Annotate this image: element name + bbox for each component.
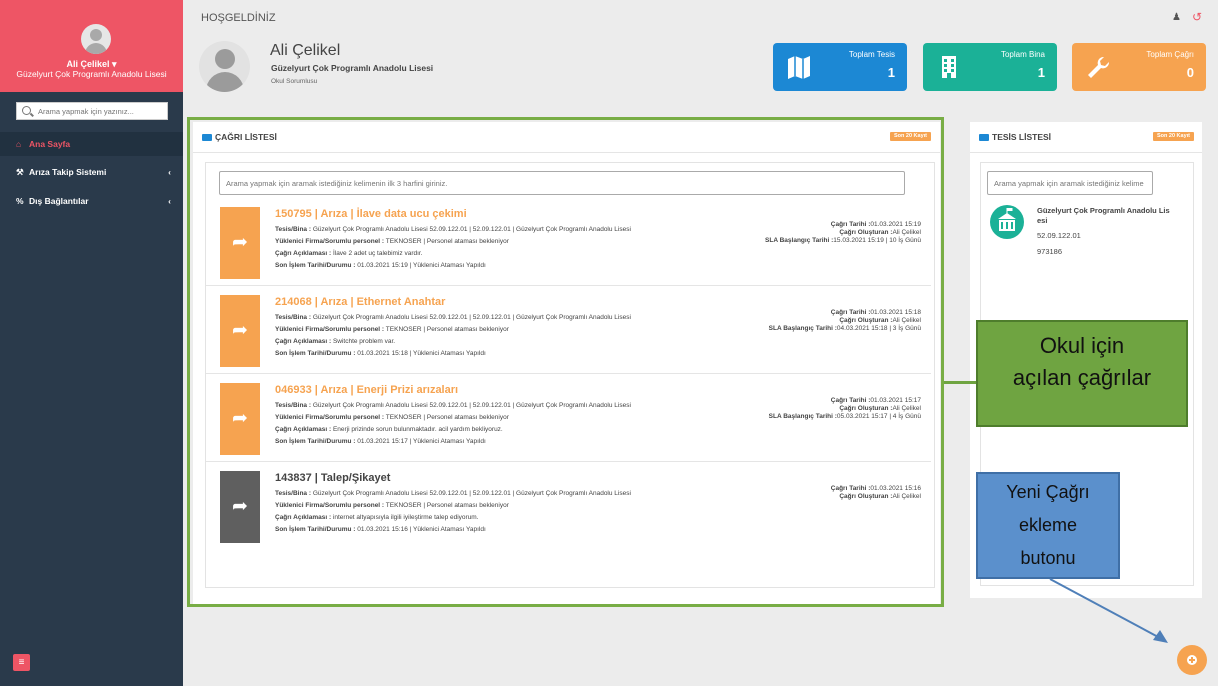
avatar <box>199 41 250 92</box>
annotation-school-calls: Okul için açılan çağrılar <box>976 320 1188 427</box>
stat-value: 1 <box>1037 65 1045 80</box>
sidebar-school-name: Güzelyurt Çok Programlı Anadolu Lisesi <box>16 69 167 79</box>
recent-records-badge: Son 20 Kayıt <box>1153 132 1195 141</box>
user-name: Ali Çelikel <box>270 42 341 59</box>
school-building-icon <box>990 205 1024 239</box>
user-school: Güzelyurt Çok Programlı Anadolu Lisesi <box>271 63 434 73</box>
sidebar-item-fault-tracking[interactable]: ⚒ Arıza Takip Sistemi ‹ <box>0 160 183 184</box>
stat-total-calls[interactable]: Toplam Çağrı 0 <box>1072 43 1206 91</box>
facility-list-title: TESİS LİSTESİ <box>992 132 1052 142</box>
sidebar-search[interactable] <box>16 102 168 120</box>
sidebar-search-input[interactable] <box>38 105 164 118</box>
sidebar-item-label: Arıza Takip Sistemi <box>29 167 107 177</box>
facility-name: Güzelyurt Çok Programlı Anadolu Lis esi <box>1037 206 1170 225</box>
chevron-left-icon: ‹ <box>168 196 171 206</box>
sidebar-item-external-links[interactable]: % Dış Bağlantılar ‹ <box>0 189 183 213</box>
stat-label: Toplam Tesis <box>848 50 895 59</box>
annotation-text: ekleme <box>1018 515 1078 535</box>
annotation-text: Yeni Çağrı <box>1006 482 1090 502</box>
list-icon <box>979 134 989 142</box>
stat-label: Toplam Bina <box>1000 50 1045 59</box>
facility-number: 973186 <box>1037 247 1063 256</box>
home-icon: ⌂ <box>16 139 22 149</box>
annotation-connector <box>944 381 976 384</box>
sidebar: Ali Çelikel ▾ Güzelyurt Çok Programlı An… <box>0 0 183 686</box>
divider <box>970 152 1202 153</box>
annotation-new-call-button: Yeni Çağrı ekleme butonu <box>976 472 1120 579</box>
logout-icon[interactable]: ↺ <box>1192 10 1202 24</box>
link-icon: % <box>16 196 24 206</box>
user-role: Okul Sorumlusu <box>271 78 318 85</box>
plus-icon <box>1187 655 1197 665</box>
sidebar-avatar[interactable] <box>81 24 111 54</box>
stat-value: 0 <box>1186 65 1194 80</box>
sidebar-item-home[interactable]: ⌂ Ana Sayfa <box>0 132 183 156</box>
facility-item[interactable]: Güzelyurt Çok Programlı Anadolu Lis esi … <box>990 200 1182 260</box>
call-list-highlight-frame <box>187 117 944 607</box>
sidebar-item-label: Ana Sayfa <box>29 139 71 149</box>
wrench-icon <box>1084 53 1112 81</box>
annotation-text: Okul için <box>1039 333 1125 358</box>
stat-value: 1 <box>887 65 895 80</box>
add-call-button[interactable] <box>1177 645 1207 675</box>
panel-title: TESİS LİSTESİ <box>979 132 1051 142</box>
stat-total-buildings[interactable]: Toplam Bina 1 <box>923 43 1057 91</box>
search-icon <box>22 106 31 115</box>
chevron-left-icon: ‹ <box>168 167 171 177</box>
stat-label: Toplam Çağrı <box>1146 50 1194 59</box>
welcome-title: HOŞGELDİNİZ <box>201 12 276 24</box>
building-icon <box>935 53 963 81</box>
stat-total-facilities[interactable]: Toplam Tesis 1 <box>773 43 907 91</box>
facility-search-input[interactable] <box>987 171 1153 195</box>
map-icon <box>785 53 813 81</box>
sidebar-profile: Ali Çelikel ▾ Güzelyurt Çok Programlı An… <box>0 0 183 92</box>
user-icon[interactable]: ♟ <box>1172 12 1181 23</box>
sidebar-item-label: Dış Bağlantılar <box>29 196 89 206</box>
facility-code: 52.09.122.01 <box>1037 231 1081 240</box>
menu-toggle-button[interactable]: ≡ <box>13 654 30 671</box>
wrench-icon: ⚒ <box>16 167 24 177</box>
annotation-text: açılan çağrılar <box>1012 365 1152 390</box>
annotation-text: butonu <box>1020 548 1076 568</box>
